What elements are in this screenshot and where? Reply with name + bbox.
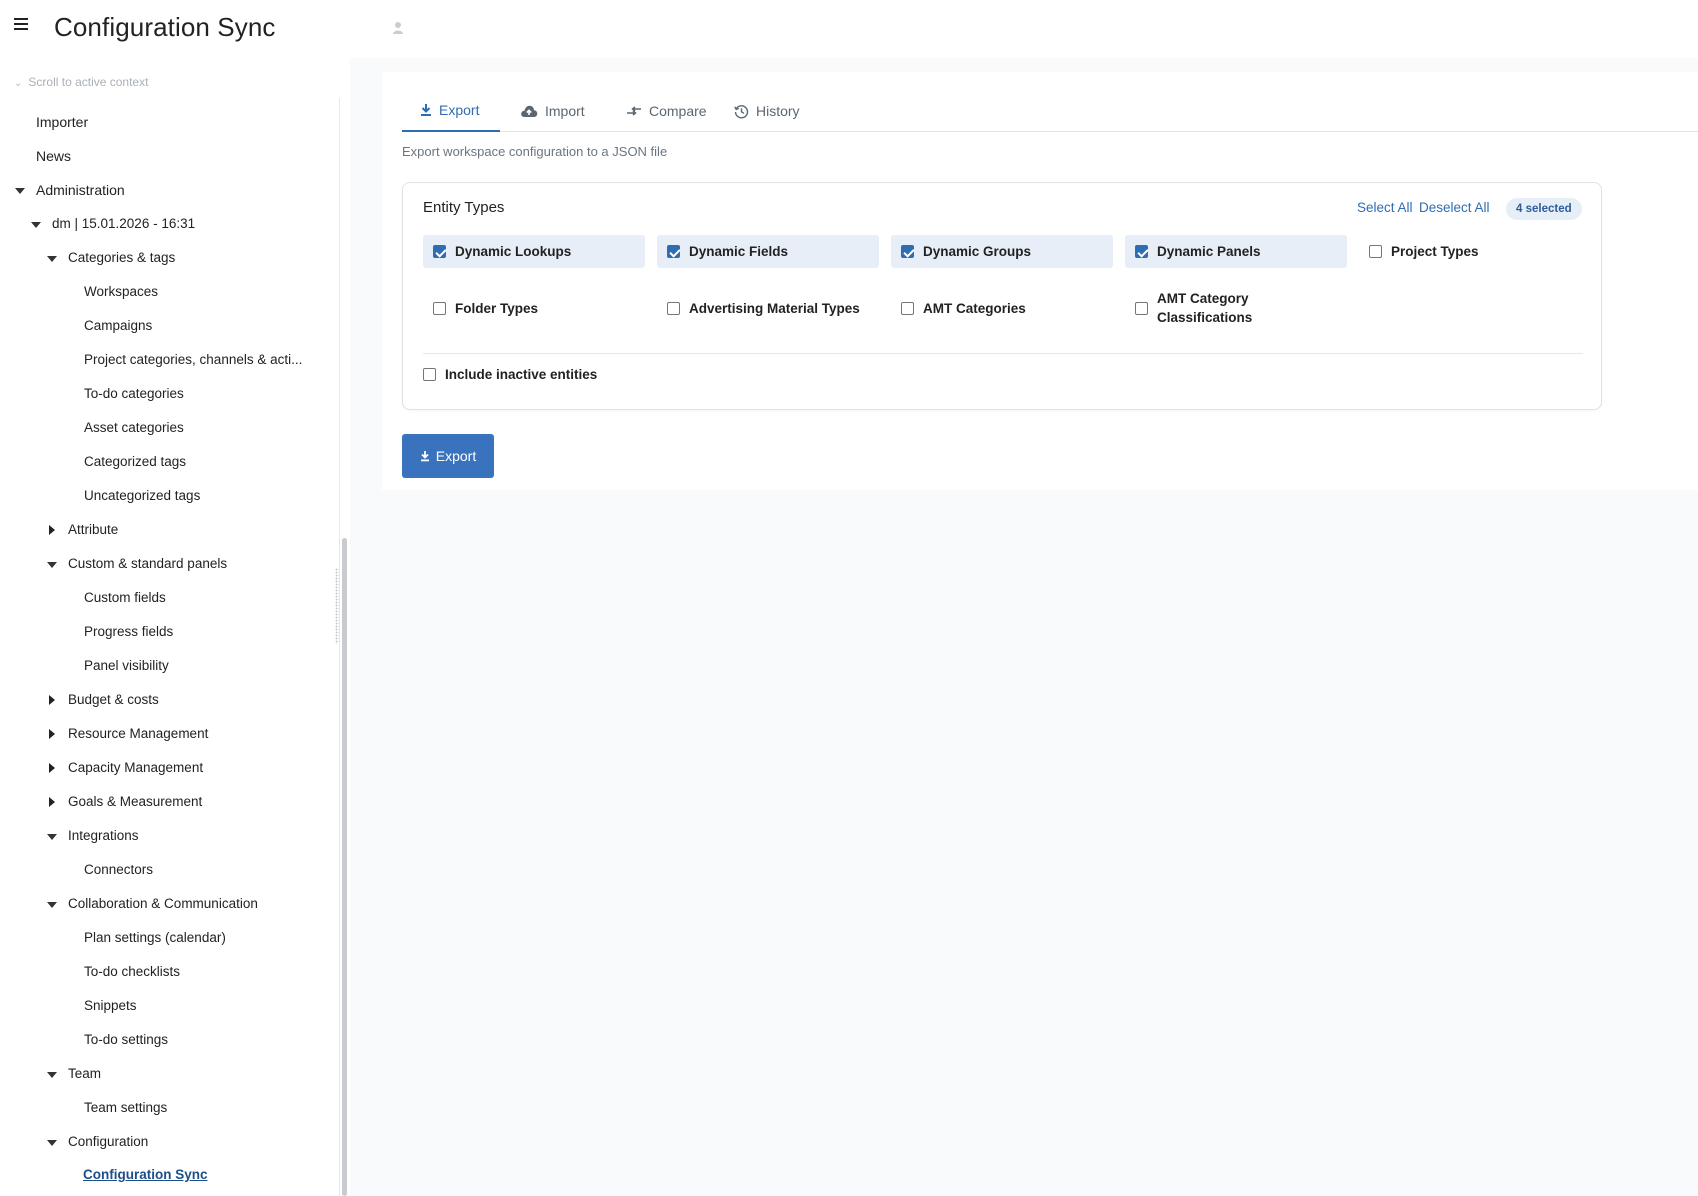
caret-right-icon[interactable] xyxy=(49,797,55,807)
tab-import[interactable]: Import xyxy=(520,90,585,132)
sidebar-item-progress-fields[interactable]: Progress fields xyxy=(84,624,173,639)
caret-down-icon[interactable] xyxy=(47,834,57,840)
option-dynamic-fields[interactable]: Dynamic Fields xyxy=(657,235,879,268)
divider xyxy=(423,353,1583,354)
tab-bar: Export Import Compare History xyxy=(402,90,1698,132)
caret-down-icon[interactable] xyxy=(47,562,57,568)
option-include-inactive[interactable]: Include inactive entities xyxy=(413,358,653,391)
sidebar-item-capacity-management[interactable]: Capacity Management xyxy=(68,760,203,775)
sidebar-resize-handle[interactable] xyxy=(335,568,339,644)
sidebar-item-importer[interactable]: Importer xyxy=(36,114,88,130)
caret-down-icon[interactable] xyxy=(47,1140,57,1146)
checkbox-unchecked[interactable] xyxy=(423,368,436,381)
sidebar-item-workspaces[interactable]: Workspaces xyxy=(84,284,158,299)
sidebar-item-configuration[interactable]: Configuration xyxy=(68,1134,148,1149)
caret-right-icon[interactable] xyxy=(49,525,55,535)
sidebar-item-asset-categories[interactable]: Asset categories xyxy=(84,420,184,435)
checkbox-checked[interactable] xyxy=(433,245,446,258)
option-project-types[interactable]: Project Types xyxy=(1359,235,1581,268)
sidebar-item-campaigns[interactable]: Campaigns xyxy=(84,318,152,333)
tab-description: Export workspace configuration to a JSON… xyxy=(402,144,668,159)
sidebar-item-budget-costs[interactable]: Budget & costs xyxy=(68,692,159,707)
caret-right-icon[interactable] xyxy=(49,729,55,739)
download-icon xyxy=(420,451,429,462)
caret-right-icon[interactable] xyxy=(49,695,55,705)
sidebar-item-integrations[interactable]: Integrations xyxy=(68,828,139,843)
checkbox-checked[interactable] xyxy=(901,245,914,258)
sidebar-item-panel-visibility[interactable]: Panel visibility xyxy=(84,658,169,673)
hamburger-menu-icon[interactable] xyxy=(14,18,28,32)
selected-count-badge: 4 selected xyxy=(1506,198,1582,220)
sidebar: ⌄ Scroll to active context Importer News … xyxy=(0,58,350,1196)
double-chevron-down-icon: ⌄ xyxy=(14,78,23,89)
option-folder-types[interactable]: Folder Types xyxy=(423,287,645,329)
sidebar-item-attribute[interactable]: Attribute xyxy=(68,522,118,537)
scroll-to-active-link[interactable]: ⌄ Scroll to active context xyxy=(14,75,148,89)
sidebar-item-team-settings[interactable]: Team settings xyxy=(84,1100,167,1115)
caret-down-icon[interactable] xyxy=(15,188,25,194)
sidebar-item-dm[interactable]: dm | 15.01.2026 - 16:31 xyxy=(52,216,195,231)
sidebar-item-uncategorized-tags[interactable]: Uncategorized tags xyxy=(84,488,200,503)
history-icon xyxy=(734,104,749,118)
checkbox-checked[interactable] xyxy=(667,245,680,258)
navigation-tree: Importer News Administration dm | 15.01.… xyxy=(0,98,340,1196)
sidebar-item-project-categories[interactable]: Project categories, channels & acti... xyxy=(84,352,302,367)
option-amt-category-classifications[interactable]: AMT Category Classifications xyxy=(1125,287,1347,329)
entity-types-title: Entity Types xyxy=(423,199,505,216)
option-advertising-material-types[interactable]: Advertising Material Types xyxy=(657,287,879,329)
sidebar-item-configuration-sync[interactable]: Configuration Sync xyxy=(83,1167,208,1182)
checkbox-checked[interactable] xyxy=(1135,245,1148,258)
sidebar-item-snippets[interactable]: Snippets xyxy=(84,998,137,1013)
sidebar-item-todo-checklists[interactable]: To-do checklists xyxy=(84,964,180,979)
entity-types-card: Entity Types Select All Deselect All 4 s… xyxy=(402,182,1602,410)
sidebar-item-categories-tags[interactable]: Categories & tags xyxy=(68,250,175,265)
option-dynamic-lookups[interactable]: Dynamic Lookups xyxy=(423,235,645,268)
tab-history[interactable]: History xyxy=(734,90,800,132)
sidebar-item-categorized-tags[interactable]: Categorized tags xyxy=(84,454,186,469)
option-dynamic-panels[interactable]: Dynamic Panels xyxy=(1125,235,1347,268)
sidebar-item-custom-standard-panels[interactable]: Custom & standard panels xyxy=(68,556,227,571)
compare-icon xyxy=(627,106,641,116)
checkbox-unchecked[interactable] xyxy=(667,301,680,315)
caret-down-icon[interactable] xyxy=(47,256,57,262)
checkbox-unchecked[interactable] xyxy=(1135,301,1148,315)
checkbox-unchecked[interactable] xyxy=(1369,245,1382,258)
checkbox-unchecked[interactable] xyxy=(901,301,914,315)
sidebar-item-collaboration[interactable]: Collaboration & Communication xyxy=(68,896,258,911)
sidebar-scrollbar-thumb[interactable] xyxy=(342,538,347,1196)
select-all-link[interactable]: Select All xyxy=(1357,200,1413,215)
download-icon xyxy=(421,104,431,116)
tab-compare[interactable]: Compare xyxy=(626,90,707,132)
cloud-upload-icon xyxy=(521,105,538,117)
sidebar-item-team[interactable]: Team xyxy=(68,1066,101,1081)
sidebar-item-administration[interactable]: Administration xyxy=(36,182,125,198)
sidebar-item-plan-settings[interactable]: Plan settings (calendar) xyxy=(84,930,226,945)
sidebar-item-news[interactable]: News xyxy=(36,148,71,164)
tab-export[interactable]: Export xyxy=(402,90,500,132)
deselect-all-link[interactable]: Deselect All xyxy=(1419,200,1490,215)
checkbox-unchecked[interactable] xyxy=(433,301,446,315)
page-title: Configuration Sync xyxy=(54,12,276,42)
sidebar-item-resource-management[interactable]: Resource Management xyxy=(68,726,208,741)
option-amt-categories[interactable]: AMT Categories xyxy=(891,287,1113,329)
sidebar-item-connectors[interactable]: Connectors xyxy=(84,862,153,877)
app-header: Configuration Sync xyxy=(0,0,1698,58)
caret-right-icon[interactable] xyxy=(49,763,55,773)
sidebar-item-goals-measurement[interactable]: Goals & Measurement xyxy=(68,794,202,809)
caret-down-icon[interactable] xyxy=(47,902,57,908)
caret-down-icon[interactable] xyxy=(31,222,41,228)
config-sync-panel: Export Import Compare History Export wor… xyxy=(382,72,1698,490)
option-dynamic-groups[interactable]: Dynamic Groups xyxy=(891,235,1113,268)
user-icon[interactable] xyxy=(392,21,404,35)
caret-down-icon[interactable] xyxy=(47,1072,57,1078)
sidebar-item-todo-settings[interactable]: To-do settings xyxy=(84,1032,168,1047)
export-button[interactable]: Export xyxy=(402,434,494,478)
sidebar-item-todo-categories[interactable]: To-do categories xyxy=(84,386,184,401)
main-content: Export Import Compare History Export wor… xyxy=(350,58,1698,1196)
sidebar-item-custom-fields[interactable]: Custom fields xyxy=(84,590,166,605)
